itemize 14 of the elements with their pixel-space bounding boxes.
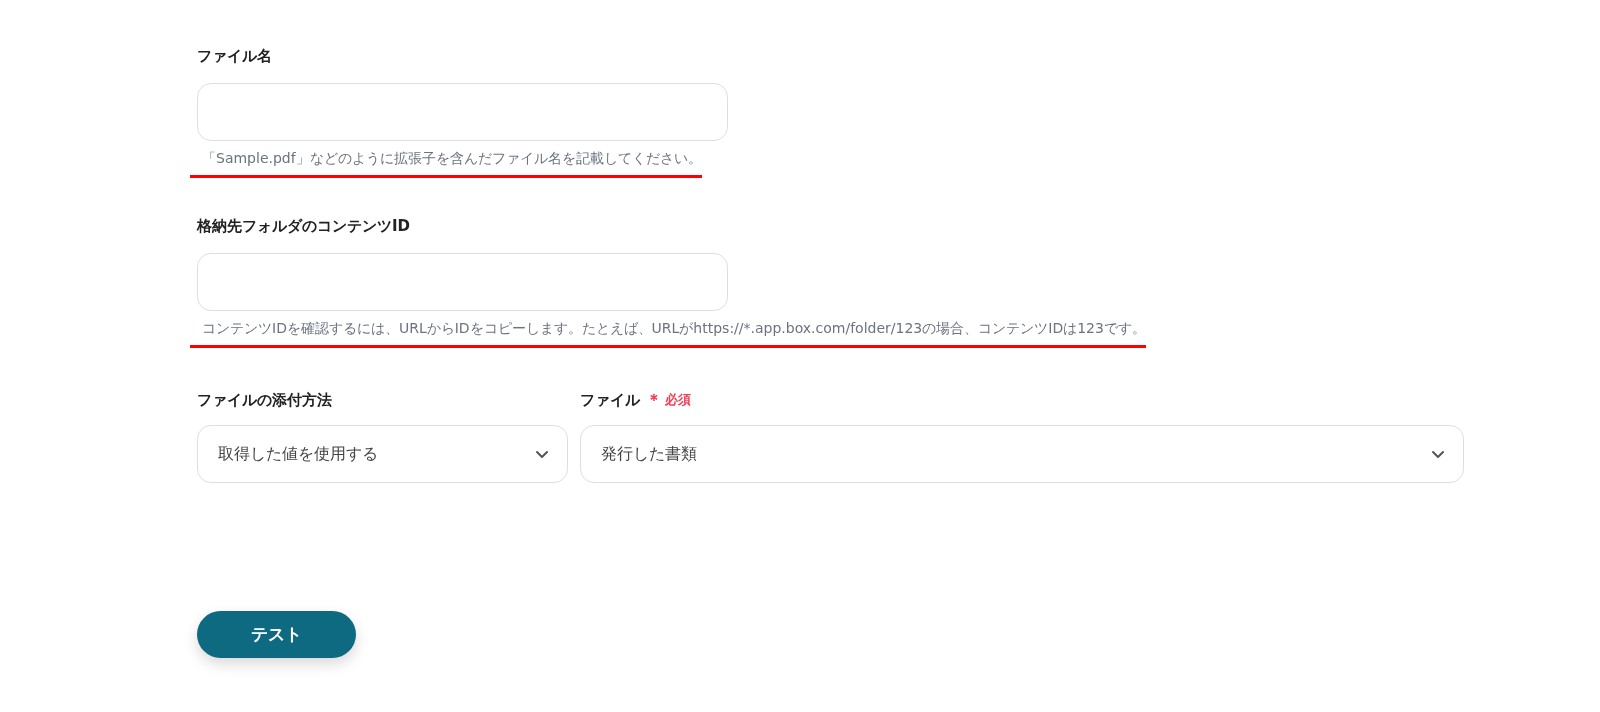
chevron-down-icon (535, 449, 549, 459)
field-label: 格納先フォルダのコンテンツID (197, 215, 412, 237)
test-button[interactable]: テスト (197, 611, 356, 658)
chevron-down-icon (1431, 449, 1445, 459)
field-label: ファイル名 (197, 45, 273, 67)
dropdown[interactable]: 発行した書類 (580, 425, 1464, 483)
hint-text: コンテンツIDを確認するには、URLからIDをコピーします。たとえば、URLがhttps://*.app.box.com/folder/123の場合、コンテンツIDは123です。 (190, 320, 1146, 348)
field-label: ファイル (580, 390, 640, 410)
field-label: ファイルの添付方法 (197, 390, 332, 410)
input-field[interactable] (197, 253, 728, 311)
input-field[interactable] (197, 83, 728, 141)
dropdown[interactable]: 取得した値を使用する (197, 425, 568, 483)
hint-text: 「Sample.pdf」などのように拡張子を含んだファイル名を記載してください。 (190, 150, 702, 178)
required-tag: ＊ 必須 (646, 389, 691, 411)
